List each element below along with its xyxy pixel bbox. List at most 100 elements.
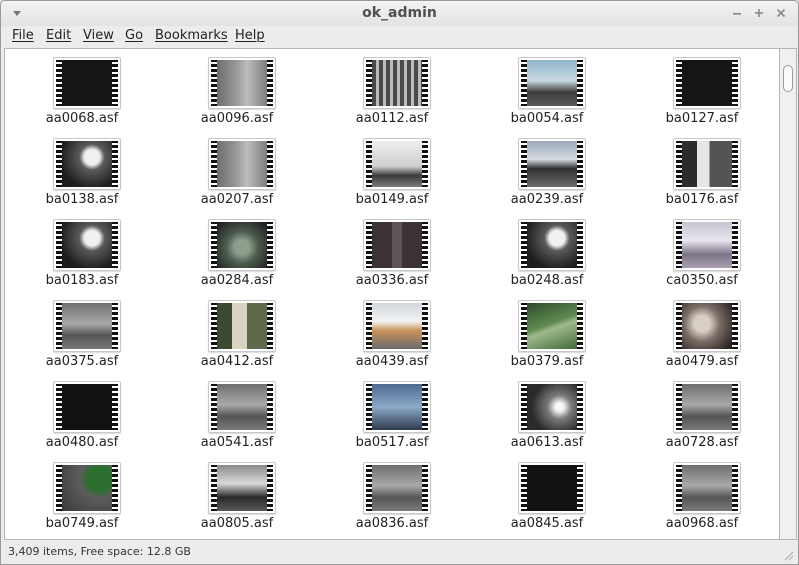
file-item[interactable]: aa0479.asf xyxy=(642,292,762,370)
video-thumbnail[interactable] xyxy=(208,462,276,514)
file-item[interactable]: ba0127.asf xyxy=(642,49,762,127)
maximize-icon[interactable] xyxy=(751,5,767,21)
video-thumbnail[interactable] xyxy=(518,462,586,514)
video-thumbnail[interactable] xyxy=(208,300,276,352)
file-name: aa0439.asf xyxy=(355,354,429,369)
thumbnail-image xyxy=(217,222,267,268)
thumbnail-image xyxy=(682,60,732,106)
file-name: aa0968.asf xyxy=(665,516,739,531)
file-name: ba0138.asf xyxy=(45,192,119,207)
film-strip-icon xyxy=(577,222,583,268)
video-thumbnail[interactable] xyxy=(208,138,276,190)
vertical-scrollbar[interactable] xyxy=(780,48,797,540)
video-thumbnail[interactable] xyxy=(208,381,276,433)
file-item[interactable]: aa0968.asf xyxy=(642,454,762,532)
video-thumbnail[interactable] xyxy=(673,300,741,352)
video-thumbnail[interactable] xyxy=(53,57,121,109)
file-item[interactable]: aa0728.asf xyxy=(642,373,762,451)
video-thumbnail[interactable] xyxy=(363,300,431,352)
menu-view[interactable]: View xyxy=(83,28,114,43)
video-thumbnail[interactable] xyxy=(53,462,121,514)
file-item[interactable]: aa0439.asf xyxy=(332,292,452,370)
video-thumbnail[interactable] xyxy=(518,381,586,433)
film-strip-icon xyxy=(112,384,118,430)
file-item[interactable]: aa0239.asf xyxy=(487,130,607,208)
close-icon[interactable] xyxy=(773,5,789,21)
menu-help[interactable]: Help xyxy=(235,28,265,43)
file-name: ba0517.asf xyxy=(355,435,429,450)
video-thumbnail[interactable] xyxy=(363,219,431,271)
video-thumbnail[interactable] xyxy=(363,138,431,190)
film-strip-icon xyxy=(732,222,738,268)
video-thumbnail[interactable] xyxy=(208,219,276,271)
thumbnail-image xyxy=(372,222,422,268)
file-item[interactable]: aa0096.asf xyxy=(177,49,297,127)
film-strip-icon xyxy=(422,465,428,511)
file-item[interactable]: aa0805.asf xyxy=(177,454,297,532)
video-thumbnail[interactable] xyxy=(208,57,276,109)
file-item[interactable]: aa0068.asf xyxy=(22,49,142,127)
file-item[interactable]: aa0412.asf xyxy=(177,292,297,370)
resize-grip-icon[interactable] xyxy=(782,549,794,561)
video-thumbnail[interactable] xyxy=(53,138,121,190)
file-item[interactable]: aa0845.asf xyxy=(487,454,607,532)
thumbnail-image xyxy=(682,141,732,187)
file-item[interactable]: aa0541.asf xyxy=(177,373,297,451)
thumbnail-image xyxy=(62,384,112,430)
thumbnail-image xyxy=(217,465,267,511)
file-item[interactable]: aa0336.asf xyxy=(332,211,452,289)
video-thumbnail[interactable] xyxy=(518,57,586,109)
video-thumbnail[interactable] xyxy=(673,138,741,190)
file-item[interactable]: aa0112.asf xyxy=(332,49,452,127)
video-thumbnail[interactable] xyxy=(363,381,431,433)
video-thumbnail[interactable] xyxy=(673,219,741,271)
video-thumbnail[interactable] xyxy=(53,381,121,433)
minimize-icon[interactable] xyxy=(729,5,745,21)
file-item[interactable]: ba0749.asf xyxy=(22,454,142,532)
file-item[interactable]: ba0138.asf xyxy=(22,130,142,208)
film-strip-icon xyxy=(422,222,428,268)
file-name: aa0375.asf xyxy=(45,354,119,369)
file-item[interactable]: aa0207.asf xyxy=(177,130,297,208)
file-manager-window: ok_admin File Edit View Go Bookmarks Hel… xyxy=(0,0,799,565)
video-thumbnail[interactable] xyxy=(518,138,586,190)
file-item[interactable]: aa0836.asf xyxy=(332,454,452,532)
menu-file[interactable]: File xyxy=(12,28,34,43)
file-name: ba0248.asf xyxy=(510,273,584,288)
file-item[interactable]: aa0375.asf xyxy=(22,292,142,370)
video-thumbnail[interactable] xyxy=(53,300,121,352)
file-item[interactable]: ba0379.asf xyxy=(487,292,607,370)
video-thumbnail[interactable] xyxy=(363,462,431,514)
video-thumbnail[interactable] xyxy=(673,57,741,109)
file-item[interactable]: ba0248.asf xyxy=(487,211,607,289)
video-thumbnail[interactable] xyxy=(518,300,586,352)
file-item[interactable]: ba0183.asf xyxy=(22,211,142,289)
file-item[interactable]: ca0350.asf xyxy=(642,211,762,289)
video-thumbnail[interactable] xyxy=(363,57,431,109)
file-item[interactable]: aa0480.asf xyxy=(22,373,142,451)
thumbnail-image xyxy=(372,141,422,187)
file-item[interactable]: aa0284.asf xyxy=(177,211,297,289)
video-thumbnail[interactable] xyxy=(673,381,741,433)
video-thumbnail[interactable] xyxy=(518,219,586,271)
menu-go[interactable]: Go xyxy=(125,28,143,43)
file-item[interactable]: aa0613.asf xyxy=(487,373,607,451)
film-strip-icon xyxy=(577,60,583,106)
title-bar[interactable]: ok_admin xyxy=(1,1,798,26)
film-strip-icon xyxy=(422,141,428,187)
file-name: ba0127.asf xyxy=(665,111,739,126)
scrollbar-thumb[interactable] xyxy=(783,65,793,92)
file-icon-view[interactable]: aa0068.asf aa0096.asf aa0112.asf ba0054.asf… xyxy=(4,48,780,540)
menu-bookmarks[interactable]: Bookmarks xyxy=(155,28,228,43)
file-item[interactable]: ba0149.asf xyxy=(332,130,452,208)
file-item[interactable]: ba0176.asf xyxy=(642,130,762,208)
file-item[interactable]: ba0054.asf xyxy=(487,49,607,127)
film-strip-icon xyxy=(577,141,583,187)
film-strip-icon xyxy=(422,303,428,349)
video-thumbnail[interactable] xyxy=(673,462,741,514)
video-thumbnail[interactable] xyxy=(53,219,121,271)
menu-edit[interactable]: Edit xyxy=(46,28,71,43)
file-item[interactable]: ba0517.asf xyxy=(332,373,452,451)
thumbnail-image xyxy=(217,303,267,349)
menu-bar: File Edit View Go Bookmarks Help xyxy=(1,26,798,47)
